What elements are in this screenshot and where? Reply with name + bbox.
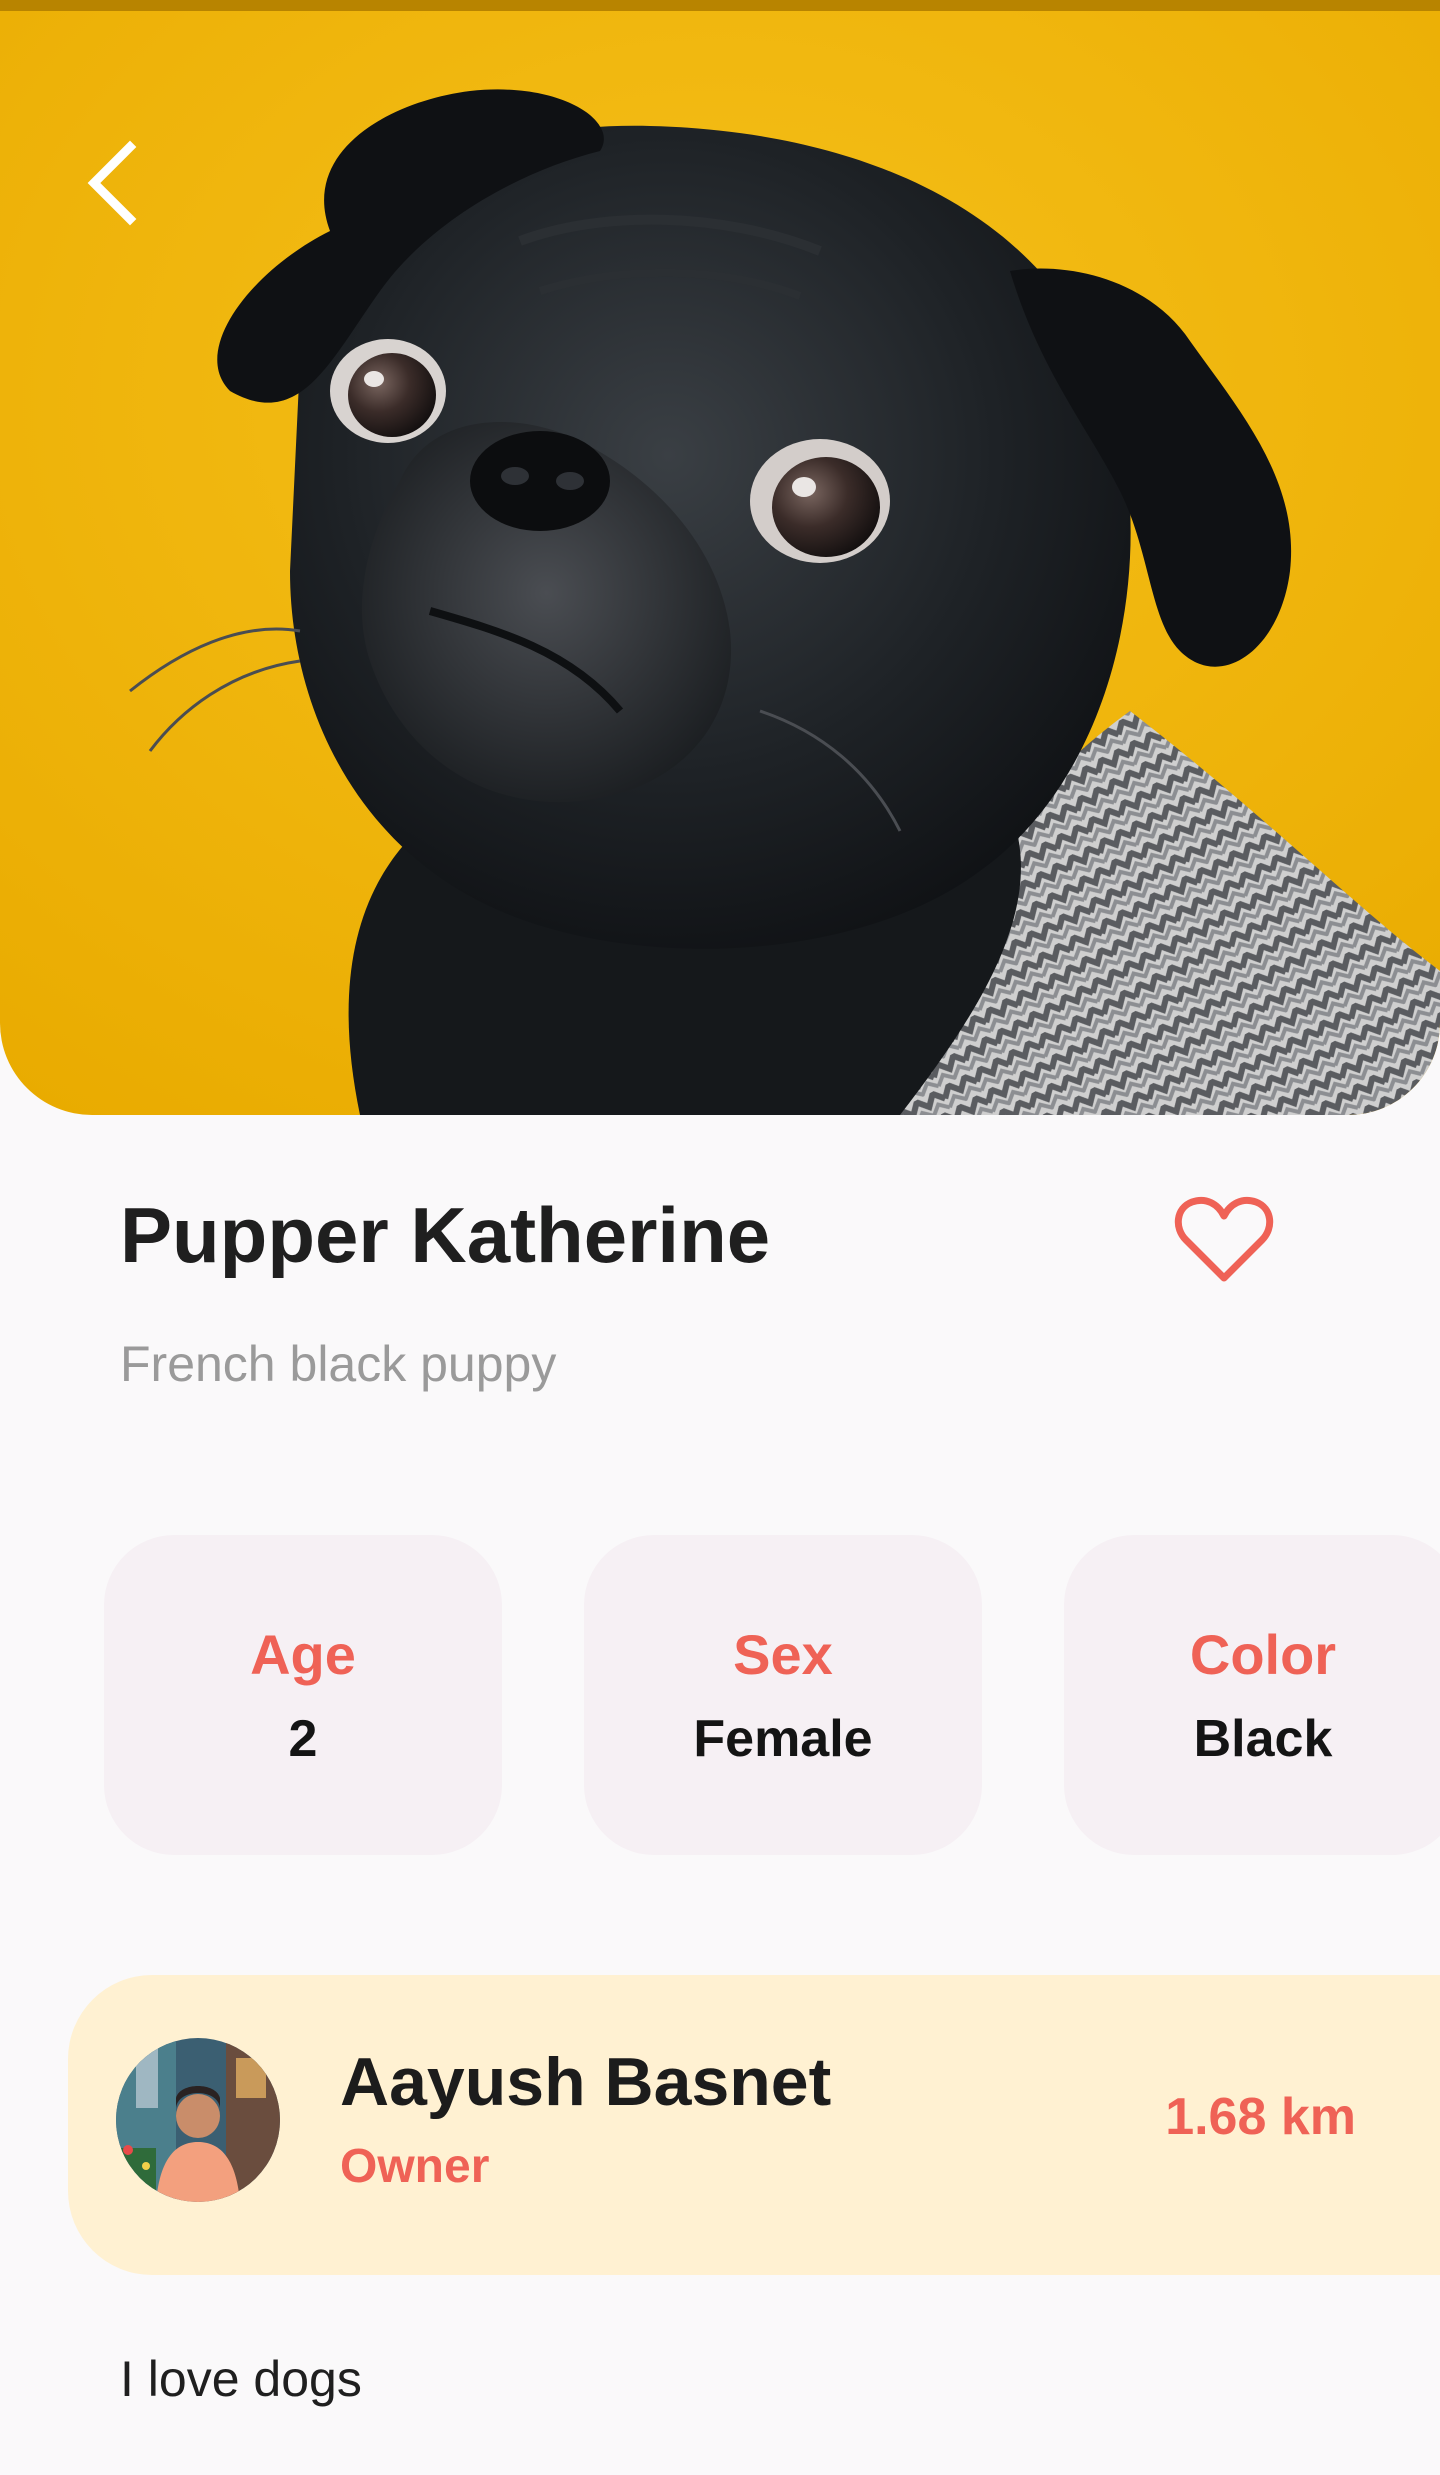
chevron-left-icon — [87, 140, 137, 226]
stat-label: Age — [250, 1623, 356, 1686]
stat-card-sex: Sex Female — [584, 1535, 982, 1855]
stat-value: Black — [1193, 1710, 1333, 1768]
pet-name: Pupper Katherine — [120, 1191, 771, 1279]
black-pug-photo — [0, 11, 1440, 1115]
owner-card[interactable]: Aayush Basnet Owner 1.68 km — [68, 1975, 1440, 2275]
heart-outline-icon — [1174, 1196, 1274, 1282]
owner-distance: 1.68 km — [1165, 2088, 1356, 2146]
pet-description: I love dogs — [120, 2351, 362, 2407]
stat-card-color: Color Black — [1064, 1535, 1440, 1855]
back-button[interactable] — [70, 131, 160, 231]
hero-photo — [0, 11, 1440, 1115]
stat-value: 2 — [288, 1710, 318, 1768]
owner-name: Aayush Basnet — [340, 2044, 832, 2120]
stat-label: Color — [1189, 1623, 1337, 1686]
status-strip — [0, 0, 1440, 11]
stat-value: Female — [693, 1710, 873, 1768]
favorite-button[interactable] — [1172, 1192, 1276, 1288]
pet-subtitle: French black puppy — [120, 1336, 557, 1392]
avatar[interactable] — [116, 2038, 280, 2202]
stat-card-age: Age 2 — [104, 1535, 502, 1855]
stat-label: Sex — [733, 1623, 833, 1686]
owner-role: Owner — [340, 2140, 490, 2193]
owner-avatar-photo — [116, 2038, 280, 2202]
